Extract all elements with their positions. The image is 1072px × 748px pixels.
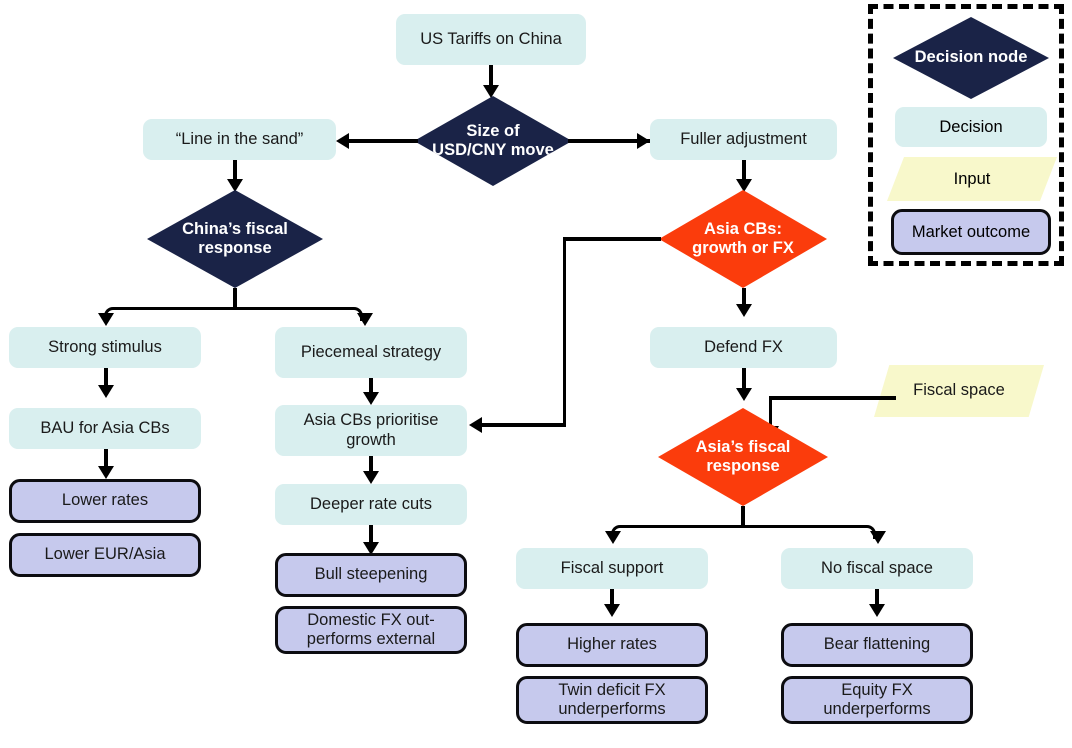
node-asia-cbs-prioritise-growth[interactable]: Asia CBs prioritise growth [275, 405, 467, 456]
node-no-fiscal-space[interactable]: No fiscal space [781, 548, 973, 589]
connector-chinas-fiscal-left-elbow [104, 306, 234, 321]
node-line-in-the-sand[interactable]: “Line in the sand” [143, 119, 336, 160]
connector-chinas-fiscal-right-elbow [233, 306, 363, 321]
node-us-tariffs[interactable]: US Tariffs on China [396, 14, 586, 65]
connector-chinas-fiscal-stub [233, 288, 237, 308]
node-domestic-fx-outperforms[interactable]: Domestic FX out-performs external [275, 606, 467, 654]
node-asia-cbs-growth-or-fx[interactable]: Asia CBs: growth or FX [659, 190, 827, 288]
connector-asiacbs-to-prioritise-v [563, 237, 567, 426]
node-bau-for-asia-cbs[interactable]: BAU for Asia CBs [9, 408, 201, 449]
legend-decision-swatch: Decision [895, 107, 1047, 147]
legend-item-label-3: Market outcome [911, 222, 1031, 241]
node-size-of-usdcny-move[interactable]: Size of USD/CNY move [414, 96, 572, 186]
arrowhead-to-fiscal-support [604, 531, 621, 544]
arrowhead-piecemeal-to-asia-cbs-growth [362, 392, 379, 405]
arrowhead-asiacbs-to-prioritise [469, 416, 482, 433]
node-fuller-adjustment[interactable]: Fuller adjustment [650, 119, 837, 160]
legend-input-swatch: Input [887, 157, 1057, 201]
arrowhead-asiacbs-to-defend-fx [735, 304, 752, 317]
node-bear-flattening[interactable]: Bear flattening [781, 623, 973, 667]
node-twin-deficit-fx[interactable]: Twin deficit FX underperforms [516, 676, 708, 724]
legend-decision-node-swatch: Decision node [893, 17, 1049, 99]
node-lower-rates[interactable]: Lower rates [9, 479, 201, 523]
arrowhead-bau-to-lower-rates [97, 466, 114, 479]
arrowhead-to-no-fiscal-space [869, 531, 886, 544]
connector-asias-fiscal-left-elbow [611, 524, 742, 539]
arrowhead-no-fiscal-space-to-bear-flattening [868, 604, 885, 617]
legend-market-outcome-swatch: Market outcome [891, 209, 1051, 255]
legend-item-label-0: Decision node [914, 48, 1028, 67]
node-lower-eur-asia[interactable]: Lower EUR/Asia [9, 533, 201, 577]
arrowhead-to-piecemeal-strategy [356, 313, 373, 326]
connector-fiscal-space-h [769, 396, 896, 400]
arrowhead-fuller-to-asia-cbs-diamond [735, 179, 752, 192]
node-deeper-rate-cuts[interactable]: Deeper rate cuts [275, 484, 467, 525]
legend-item-label-2: Input [953, 169, 991, 188]
node-chinas-fiscal-response[interactable]: China’s fiscal response [147, 190, 323, 288]
node-higher-rates[interactable]: Higher rates [516, 623, 708, 667]
arrowhead-to-strong-stimulus [97, 313, 114, 326]
connector-asias-fiscal-stub [741, 506, 745, 525]
connector-asias-fiscal-right-elbow [741, 524, 876, 539]
arrowhead-fiscal-support-to-higher-rates [603, 604, 620, 617]
node-asias-fiscal-response[interactable]: Asia’s fiscal response [658, 408, 828, 506]
node-strong-stimulus[interactable]: Strong stimulus [9, 327, 201, 368]
arrowhead-strong-stimulus-to-bau [97, 385, 114, 398]
arrowhead-line-to-chinas-fiscal [226, 179, 243, 192]
node-fiscal-space[interactable]: Fiscal space [874, 365, 1044, 417]
arrowhead-tariffs-to-size [482, 85, 499, 98]
legend: Decision node Decision Input Market outc… [868, 4, 1064, 266]
arrowhead-defend-fx-to-asias-fiscal [735, 388, 752, 401]
node-bull-steepening[interactable]: Bull steepening [275, 553, 467, 597]
node-piecemeal-strategy[interactable]: Piecemeal strategy [275, 327, 467, 378]
node-defend-fx[interactable]: Defend FX [650, 327, 837, 368]
legend-item-label-1: Decision [939, 117, 1003, 136]
arrowhead-size-to-fuller-adjustment [637, 132, 650, 149]
flowchart-canvas: US Tariffs on China Size of USD/CNY move… [0, 0, 1072, 748]
node-fiscal-support[interactable]: Fiscal support [516, 548, 708, 589]
arrowhead-size-to-line-in-sand [336, 132, 349, 149]
arrowhead-asia-cbs-growth-to-deeper-cuts [362, 471, 379, 484]
connector-size-to-line-in-sand [340, 139, 418, 143]
connector-asiacbs-to-prioritise-h1 [563, 237, 661, 241]
node-equity-fx-underperforms[interactable]: Equity FX underperforms [781, 676, 973, 724]
connector-asiacbs-to-prioritise-h2 [482, 423, 566, 427]
